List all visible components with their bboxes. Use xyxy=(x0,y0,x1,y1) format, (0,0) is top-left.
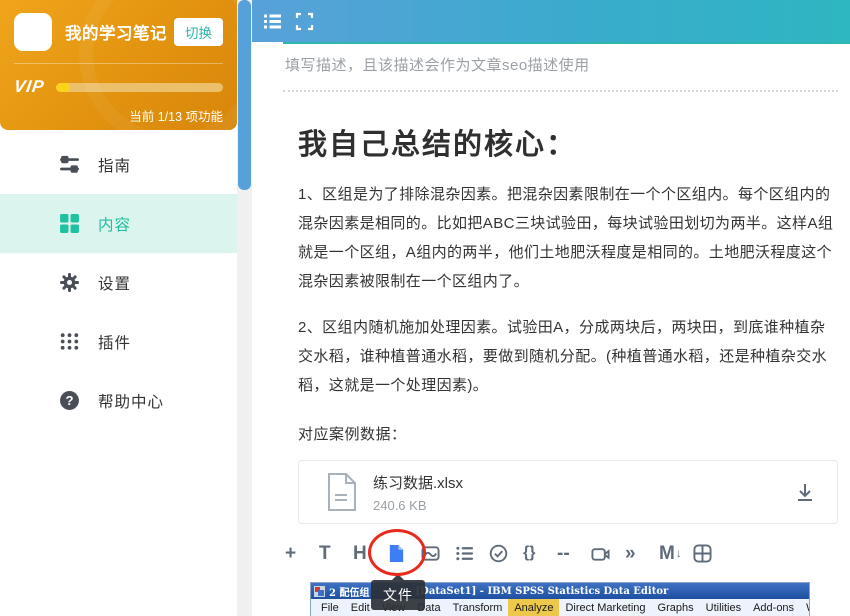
article-body[interactable]: 我自己总结的核心： 1、区组是为了排除混杂因素。把混杂因素限制在一个个区组内。每… xyxy=(298,121,838,616)
grid-icon xyxy=(59,213,80,234)
switch-workspace-button[interactable]: 切换 xyxy=(174,18,223,46)
bullet-list-icon xyxy=(455,544,474,563)
spss-title-prefix: 2 配伍组 xyxy=(329,584,369,599)
attachment-filename: 练习数据.xlsx xyxy=(373,472,463,493)
code-icon: {} xyxy=(523,545,535,561)
text-icon: T xyxy=(319,544,331,563)
markdown-icon: M xyxy=(659,544,675,563)
sidebar-item-guide[interactable]: 指南 xyxy=(0,135,237,194)
list-button[interactable] xyxy=(455,544,489,563)
markdown-arrow-icon: ↓ xyxy=(676,546,682,560)
app-window: 我的学习笔记 切换 VIP 当前 1/13 项功能 指南 xyxy=(0,0,850,616)
sidebar-item-plugins[interactable]: 插件 xyxy=(0,312,237,371)
spss-menu-utilities[interactable]: Utilities xyxy=(700,599,747,616)
sliders-icon xyxy=(59,154,80,175)
fullscreen-icon[interactable] xyxy=(295,12,314,31)
spss-menu-window[interactable]: Window xyxy=(800,599,810,616)
vip-progress-fill xyxy=(56,83,69,92)
sidebar-item-label: 设置 xyxy=(98,272,131,294)
spss-menu-file[interactable]: File xyxy=(315,599,345,616)
horizontal-rule-icon: -- xyxy=(557,544,570,563)
markdown-button[interactable]: M ↓ xyxy=(659,544,693,563)
article-heading: 我自己总结的核心： xyxy=(298,121,838,163)
workspace-card: 我的学习笔记 切换 VIP 当前 1/13 项功能 xyxy=(0,0,237,130)
sidebar-item-help[interactable]: ? 帮助中心 xyxy=(0,371,237,430)
heading-button[interactable]: H xyxy=(353,544,387,563)
image-button[interactable] xyxy=(421,544,455,563)
editor-toolbar: + T H xyxy=(285,538,838,568)
seo-description-field[interactable]: 填写描述，且该描述会作为文章seo描述使用 xyxy=(283,54,850,75)
paragraph: 1、区组是为了排除混杂因素。把混杂因素限制在一个个区组内。每个区组内的混杂因素是… xyxy=(298,180,838,296)
video-button[interactable] xyxy=(591,544,625,563)
vip-progress-bar xyxy=(56,83,223,92)
spss-app-icon xyxy=(314,586,325,597)
sidebar-item-label: 插件 xyxy=(98,331,131,353)
file-tooltip: 文件 xyxy=(371,580,425,610)
editor-content: 填写描述，且该描述会作为文章seo描述使用 我自己总结的核心： 1、区组是为了排… xyxy=(283,42,850,616)
sidebar-nav: 指南 内容 xyxy=(0,135,237,430)
editor-topbar xyxy=(252,0,850,42)
code-button[interactable]: {} xyxy=(523,545,557,561)
vip-progress-text: 当前 1/13 项功能 xyxy=(14,106,223,125)
dots-grid-icon xyxy=(59,331,80,352)
divider-button[interactable]: -- xyxy=(557,544,591,563)
paragraph: 2、区组内随机施加处理因素。试验田A，分成两块后，两块田，到底谁种植杂交水稻，谁… xyxy=(298,313,838,400)
double-chevron-icon: » xyxy=(625,544,636,563)
spss-menu-analyze[interactable]: Analyze xyxy=(508,599,559,616)
spss-title-suffix: [DataSet1] - IBM SPSS Statistics Data Ed… xyxy=(415,586,668,597)
sidebar-item-settings[interactable]: 设置 xyxy=(0,253,237,312)
divider xyxy=(14,63,223,64)
divider xyxy=(283,90,838,92)
scrollbar-thumb[interactable] xyxy=(238,0,251,190)
todo-button[interactable] xyxy=(489,544,523,563)
attachment-filesize: 240.6 KB xyxy=(373,498,463,513)
check-circle-icon xyxy=(489,544,508,563)
spss-menu-graphs[interactable]: Graphs xyxy=(652,599,700,616)
spss-menu-direct-marketing[interactable]: Direct Marketing xyxy=(559,599,651,616)
help-icon: ? xyxy=(59,390,80,411)
download-icon[interactable] xyxy=(795,482,815,502)
heading-icon: H xyxy=(353,544,367,563)
vip-badge: VIP xyxy=(13,77,46,97)
sidebar-item-label: 内容 xyxy=(98,213,131,235)
outline-list-icon[interactable] xyxy=(263,12,282,31)
scrollbar-track[interactable] xyxy=(237,0,252,616)
spss-menu-transform[interactable]: Transform xyxy=(447,599,509,616)
main-panel: 填写描述，且该描述会作为文章seo描述使用 我自己总结的核心： 1、区组是为了排… xyxy=(252,0,850,616)
svg-text:?: ? xyxy=(65,393,73,408)
more-button[interactable]: » xyxy=(625,544,659,563)
file-button[interactable] xyxy=(387,544,421,563)
plus-icon: + xyxy=(285,544,296,563)
workspace-title: 我的学习笔记 xyxy=(65,20,167,44)
image-icon xyxy=(421,544,440,563)
table-button[interactable] xyxy=(693,544,727,563)
document-icon xyxy=(327,473,357,511)
text-button[interactable]: T xyxy=(319,544,353,563)
sidebar: 我的学习笔记 切换 VIP 当前 1/13 项功能 指南 xyxy=(0,0,237,616)
spss-menu-addons[interactable]: Add-ons xyxy=(747,599,800,616)
video-icon xyxy=(591,544,610,563)
sidebar-item-label: 帮助中心 xyxy=(98,390,164,412)
sidebar-item-content[interactable]: 内容 xyxy=(0,194,237,253)
table-icon xyxy=(693,544,712,563)
sidebar-item-label: 指南 xyxy=(98,154,131,176)
attachment-card[interactable]: 练习数据.xlsx 240.6 KB xyxy=(298,460,838,524)
file-icon xyxy=(387,544,406,563)
insert-block-button[interactable]: + xyxy=(285,544,319,563)
case-data-label: 对应案例数据： xyxy=(298,423,838,444)
gear-icon xyxy=(59,272,80,293)
workspace-logo xyxy=(14,13,52,51)
